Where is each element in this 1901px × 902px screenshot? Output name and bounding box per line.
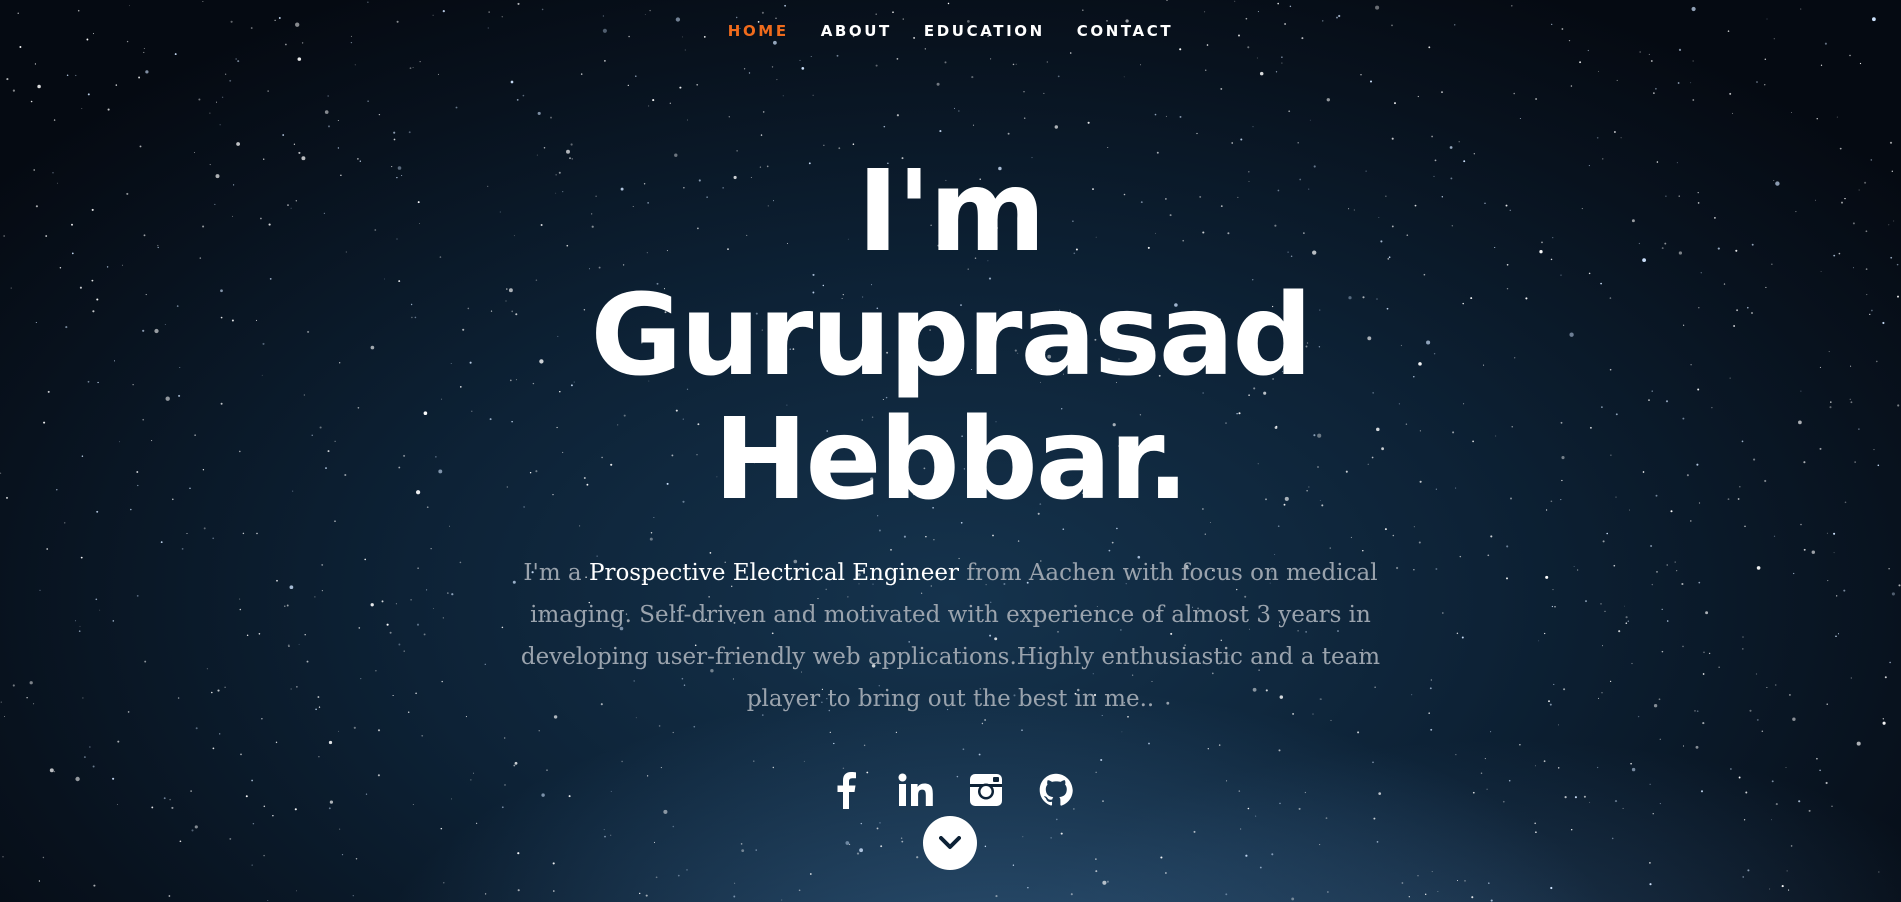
social-links — [0, 770, 1901, 810]
instagram-icon[interactable] — [966, 770, 1006, 810]
hero-title-line2: Hebbar. — [713, 395, 1189, 525]
nav-education[interactable]: EDUCATION — [924, 22, 1045, 40]
nav-home[interactable]: HOME — [728, 22, 789, 40]
hero-section: HOME ABOUT EDUCATION CONTACT I'm Gurupra… — [0, 0, 1901, 902]
facebook-icon[interactable] — [826, 770, 866, 810]
scroll-down-button[interactable] — [923, 816, 977, 870]
github-icon[interactable] — [1036, 770, 1076, 810]
top-navigation: HOME ABOUT EDUCATION CONTACT — [0, 0, 1901, 62]
hero-title-line1: I'm Guruprasad — [590, 147, 1312, 401]
nav-about[interactable]: ABOUT — [821, 22, 892, 40]
chevron-down-icon — [939, 836, 961, 849]
hero-intro: I'm a Prospective Electrical Engineer fr… — [521, 552, 1381, 720]
hero-title: I'm Guruprasad Hebbar. — [501, 150, 1401, 522]
hero-content: I'm Guruprasad Hebbar. I'm a Prospective… — [0, 150, 1901, 810]
nav-contact[interactable]: CONTACT — [1077, 22, 1173, 40]
intro-prefix: I'm a — [523, 560, 589, 586]
linkedin-icon[interactable] — [896, 770, 936, 810]
intro-highlight: Prospective Electrical Engineer — [588, 560, 960, 586]
